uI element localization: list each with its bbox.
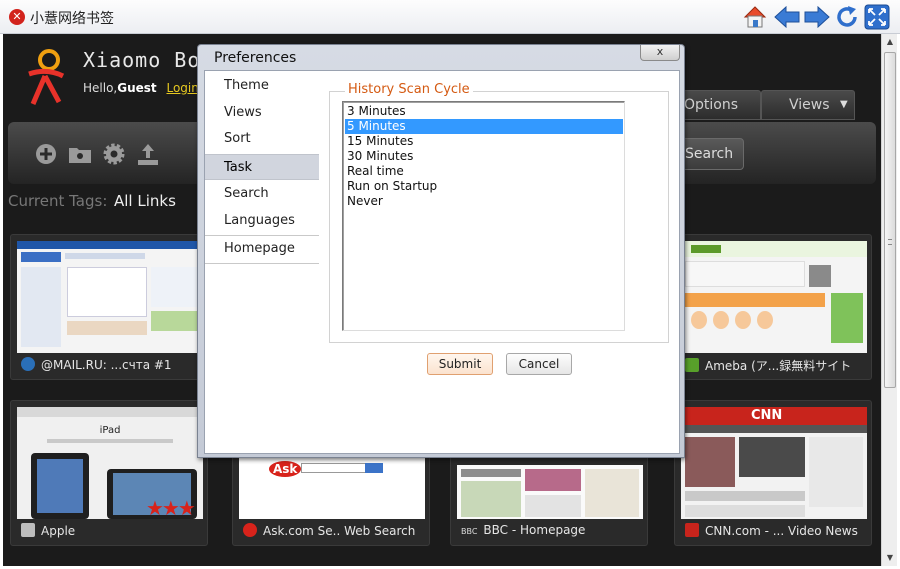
- menu-item-languages[interactable]: Languages: [205, 208, 319, 234]
- refresh-icon: [837, 6, 857, 27]
- forward-button[interactable]: [804, 4, 830, 30]
- bbc-favicon-icon: BBC: [461, 527, 478, 536]
- search-button-label: Search: [685, 146, 734, 162]
- scroll-up-arrow-icon[interactable]: ▲: [882, 34, 898, 50]
- greeting-prefix: Hello,: [83, 81, 118, 95]
- cnn-thumb-logo: CNN: [751, 408, 783, 423]
- scroll-thumb[interactable]: [884, 52, 896, 388]
- preferences-dialog: Preferences x Theme Views Sort Task Sear…: [197, 44, 685, 458]
- tile-thumbnail: [17, 241, 203, 353]
- arrow-left-icon: [774, 6, 800, 28]
- window-titlebar: ✕ 小薏网络书签: [0, 0, 900, 34]
- menu-item-search[interactable]: Search: [205, 181, 319, 207]
- search-button[interactable]: Search: [676, 138, 744, 170]
- close-icon: x: [656, 45, 664, 58]
- ask-thumb-logo: Ask: [269, 461, 302, 477]
- brand-name: Xiaomo Boo: [83, 48, 214, 72]
- menu-divider: [205, 263, 319, 264]
- preferences-menu: Theme Views Sort Task Search Languages H…: [205, 71, 321, 453]
- history-scan-cycle-title: History Scan Cycle: [345, 82, 473, 97]
- current-tags-value[interactable]: All Links: [114, 192, 176, 210]
- tile-caption: Ask.com Se.. Web Search: [243, 523, 427, 538]
- app-logo-icon: ✕: [9, 9, 25, 25]
- upload-icon[interactable]: [136, 142, 160, 166]
- menu-item-task[interactable]: Task: [205, 154, 319, 180]
- tile-caption-text: Apple: [41, 524, 76, 538]
- ameba-favicon-icon: [685, 358, 699, 372]
- tile-caption-text: Ask.com Se.. Web Search: [263, 524, 416, 538]
- back-button[interactable]: [774, 4, 800, 30]
- scan-cycle-option[interactable]: 15 Minutes: [345, 134, 623, 149]
- home-icon: [743, 6, 767, 28]
- page-scrollbar[interactable]: ▲ ▼: [881, 34, 897, 566]
- apple-favicon-icon: [21, 523, 35, 537]
- dialog-body: Theme Views Sort Task Search Languages H…: [204, 70, 680, 454]
- tab-views-label: Views: [789, 97, 830, 113]
- menu-item-sort[interactable]: Sort: [205, 126, 319, 152]
- user-name: Guest: [117, 81, 157, 95]
- scan-cycle-option-selected[interactable]: 5 Minutes: [345, 119, 623, 134]
- gear-icon[interactable]: [102, 142, 126, 166]
- refresh-button[interactable]: [834, 4, 860, 30]
- dialog-close-button[interactable]: x: [640, 45, 680, 61]
- apple-thumb-title: iPad: [99, 425, 121, 436]
- scan-cycle-listbox[interactable]: 3 Minutes 5 Minutes 15 Minutes 30 Minute…: [342, 101, 625, 331]
- tile-caption: @MAIL.RU: ...счта #1: [21, 357, 205, 372]
- tab-views[interactable]: Views ▼: [761, 90, 855, 120]
- submit-button[interactable]: Submit: [427, 353, 493, 375]
- bookmark-tile-apple[interactable]: iPad ★★★ Apple: [10, 400, 208, 546]
- folder-icon[interactable]: [68, 142, 92, 166]
- scroll-down-arrow-icon[interactable]: ▼: [882, 550, 898, 566]
- ask-favicon-icon: [243, 523, 257, 537]
- cancel-button[interactable]: Cancel: [506, 353, 572, 375]
- scan-cycle-option[interactable]: Real time: [345, 164, 623, 179]
- dialog-title: Preferences: [214, 50, 297, 66]
- scroll-grip-icon: [888, 239, 892, 245]
- add-icon[interactable]: [34, 142, 58, 166]
- scan-cycle-option[interactable]: Run on Startup: [345, 179, 623, 194]
- mailru-favicon-icon: [21, 357, 35, 371]
- fullscreen-button[interactable]: [864, 4, 890, 30]
- tile-caption: BBC BBC - Homepage: [461, 523, 645, 537]
- menu-item-theme[interactable]: Theme: [205, 73, 319, 99]
- menu-item-homepage[interactable]: Homepage: [205, 236, 319, 262]
- current-tags-label: Current Tags:: [8, 192, 108, 210]
- fullscreen-icon: [864, 4, 890, 30]
- tab-options[interactable]: Options: [673, 90, 761, 120]
- scan-cycle-option[interactable]: Never: [345, 194, 623, 209]
- bookmark-tile-cnn[interactable]: CNN CNN.com - ... Video News: [674, 400, 872, 546]
- scan-cycle-option[interactable]: 3 Minutes: [345, 104, 623, 119]
- tile-caption-text: @MAIL.RU: ...счта #1: [41, 358, 172, 372]
- tile-caption: Apple: [21, 523, 205, 538]
- bookmark-tile-mailru[interactable]: @MAIL.RU: ...счта #1: [10, 234, 208, 380]
- home-button[interactable]: [742, 4, 768, 30]
- rating-stars-icon: ★★★: [146, 496, 196, 520]
- login-link[interactable]: Login: [166, 81, 198, 95]
- chevron-down-icon: ▼: [840, 99, 848, 110]
- cnn-favicon-icon: [685, 523, 699, 537]
- scan-cycle-option[interactable]: 30 Minutes: [345, 149, 623, 164]
- bookmark-tile-ameba[interactable]: Ameba (ア...録無料サイト: [674, 234, 872, 380]
- tile-caption: Ameba (ア...録無料サイト: [685, 357, 869, 374]
- tile-caption: CNN.com - ... Video News: [685, 523, 869, 538]
- tile-caption-text: BBC - Homepage: [483, 523, 586, 537]
- arrow-right-icon: [804, 6, 830, 28]
- tile-thumbnail: [681, 241, 867, 353]
- tile-caption-text: CNN.com - ... Video News: [705, 524, 858, 538]
- tile-thumbnail: CNN: [681, 407, 867, 519]
- tab-options-label: Options: [684, 97, 739, 113]
- window-title: 小薏网络书签: [30, 11, 114, 27]
- brand-logo-icon: [28, 49, 65, 105]
- tile-caption-text: Ameba (ア...録無料サイト: [705, 359, 852, 373]
- menu-item-views[interactable]: Views: [205, 100, 319, 126]
